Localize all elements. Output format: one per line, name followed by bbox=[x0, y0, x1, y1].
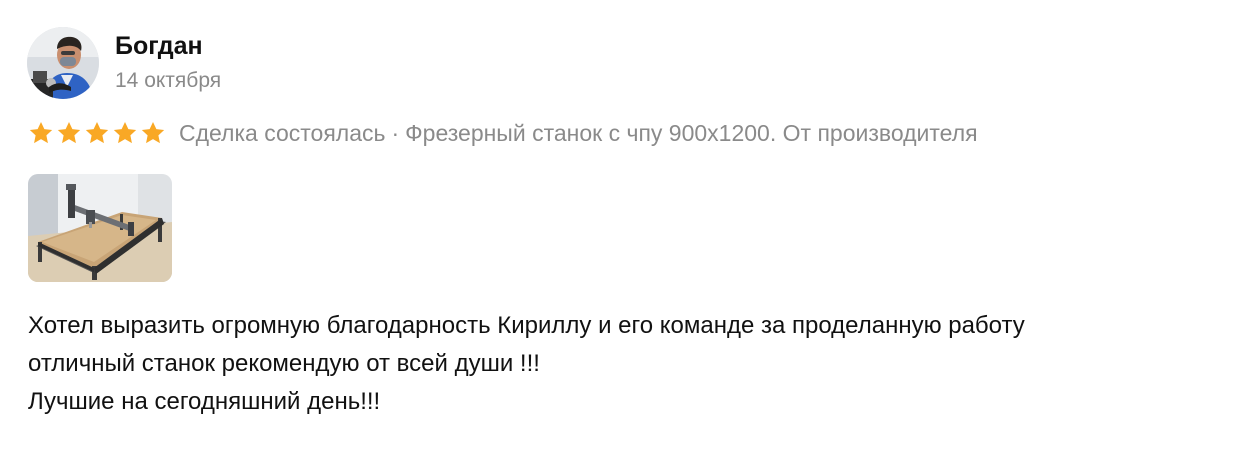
meta-separator: · bbox=[391, 120, 400, 146]
star-icon bbox=[113, 121, 137, 144]
star-icon bbox=[85, 121, 109, 144]
review-text-line: Хотел выразить огромную благодарность Ки… bbox=[28, 312, 1025, 339]
review-text-line: Лучшие на сегодняшний день!!! bbox=[28, 388, 381, 415]
review-photo[interactable] bbox=[28, 174, 172, 282]
review-text-line: отличный станок рекомендую от всей души … bbox=[28, 350, 540, 377]
rating-stars bbox=[28, 120, 168, 146]
review-date: 14 октября bbox=[115, 69, 222, 92]
review-meta: Сделка состоялась · Фрезерный станок с ч… bbox=[28, 116, 978, 150]
author-name[interactable]: Богдан bbox=[115, 30, 203, 62]
review-card: Богдан 14 октября Сделка состоялась · Фр… bbox=[0, 0, 1234, 454]
author-avatar[interactable] bbox=[27, 27, 99, 99]
star-icon bbox=[29, 121, 53, 144]
ad-title-link[interactable]: Фрезерный станок с чпу 900х1200. От прои… bbox=[405, 116, 977, 150]
review-text: Хотел выразить огромную благодарность Ки… bbox=[28, 307, 1218, 421]
user-photo-icon bbox=[27, 27, 99, 99]
star-icon bbox=[57, 121, 81, 144]
deal-status: Сделка состоялась bbox=[179, 120, 386, 146]
cnc-machine-photo-icon bbox=[28, 174, 172, 282]
star-icon bbox=[141, 121, 165, 144]
